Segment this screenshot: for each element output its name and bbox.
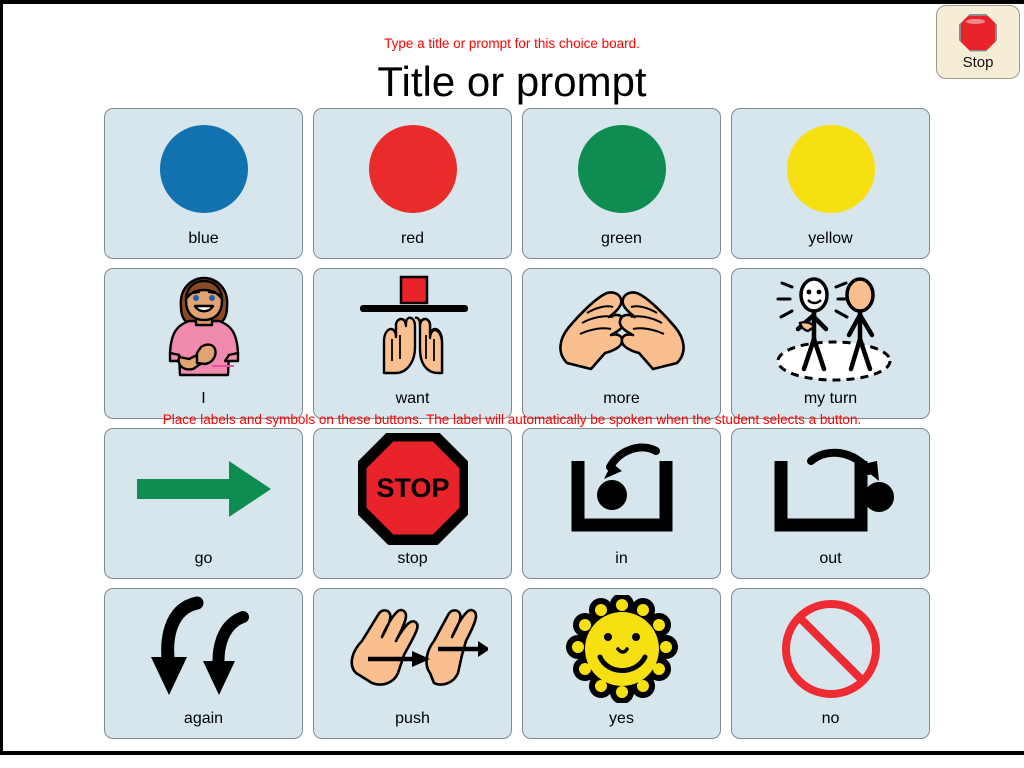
stop-octagon-icon — [959, 13, 997, 52]
yellow-circle-icon — [732, 113, 929, 225]
title-hint-text: Type a title or prompt for this choice b… — [384, 36, 640, 51]
choice-cell-label: my turn — [803, 390, 858, 407]
choice-cell-no[interactable]: no — [731, 588, 930, 739]
choice-cell-yellow[interactable]: yellow — [731, 108, 930, 259]
choice-cell-want[interactable]: want — [313, 268, 512, 419]
choice-cell-push[interactable]: push — [313, 588, 512, 739]
choice-cell-label: in — [615, 550, 628, 567]
hands-fingertips-touching-icon — [523, 273, 720, 385]
choice-cell-more[interactable]: more — [522, 268, 721, 419]
choice-cell-label: no — [821, 710, 840, 727]
yellow-smiley-face-icon — [523, 593, 720, 705]
choice-cell-out[interactable]: out — [731, 428, 930, 579]
hands-pushing-icon — [314, 593, 511, 705]
choice-cell-label: want — [395, 390, 430, 407]
choice-cell-label: again — [183, 710, 224, 727]
choice-board-page: Type a title or prompt for this choice b… — [0, 0, 1024, 768]
choice-cell-red[interactable]: red — [313, 108, 512, 259]
choice-cell-label: out — [819, 550, 842, 567]
page-border-bottom — [0, 751, 1024, 755]
two-stick-figures-icon — [732, 273, 929, 385]
choice-cell-again[interactable]: again — [104, 588, 303, 739]
choice-cell-label: yellow — [808, 230, 853, 247]
page-title[interactable]: Title or prompt — [0, 56, 1024, 108]
choice-cell-label: more — [603, 390, 640, 407]
choice-cell-i[interactable]: I — [104, 268, 303, 419]
two-curved-down-arrows-icon — [105, 593, 302, 705]
person-pointing-self-icon — [105, 273, 302, 385]
choice-cell-label: go — [194, 550, 213, 567]
choice-cell-stop[interactable]: STOP stop — [313, 428, 512, 579]
choice-cell-yes[interactable]: yes — [522, 588, 721, 739]
choice-cell-label: push — [395, 710, 430, 727]
red-prohibition-icon — [732, 593, 929, 705]
ball-into-container-icon — [523, 433, 720, 545]
choice-cell-label: red — [400, 230, 425, 247]
choice-cell-label: yes — [609, 710, 634, 727]
choice-cell-in[interactable]: in — [522, 428, 721, 579]
red-circle-icon — [314, 113, 511, 225]
hands-reaching-for-object-icon — [314, 273, 511, 385]
choice-cell-label: I — [201, 390, 206, 407]
stop-button-label: Stop — [962, 53, 994, 71]
ball-out-of-container-icon — [732, 433, 929, 545]
choice-cell-label: blue — [188, 230, 219, 247]
choice-cell-blue[interactable]: blue — [104, 108, 303, 259]
green-right-arrow-icon — [105, 433, 302, 545]
page-border-left — [0, 0, 3, 755]
choice-cell-label: green — [601, 230, 642, 247]
stop-button[interactable]: Stop — [936, 5, 1020, 79]
choice-cell-green[interactable]: green — [522, 108, 721, 259]
choice-cell-my-turn[interactable]: my turn — [731, 268, 930, 419]
page-border-top — [0, 0, 1024, 4]
choice-grid: blue red green yellow I want more my tur… — [104, 108, 932, 740]
blue-circle-icon — [105, 113, 302, 225]
choice-cell-label: stop — [397, 550, 428, 567]
green-circle-icon — [523, 113, 720, 225]
stop-sign-icon: STOP — [314, 433, 511, 545]
choice-cell-go[interactable]: go — [104, 428, 303, 579]
stop-sign-text: STOP — [376, 473, 449, 503]
